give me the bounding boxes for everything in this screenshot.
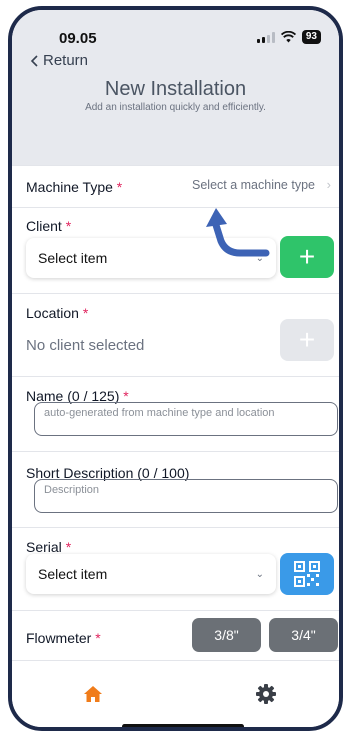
tab-bar <box>12 660 339 727</box>
home-indicator <box>122 724 244 727</box>
annotation-arrow-icon <box>206 208 270 257</box>
required-mark: * <box>82 305 89 321</box>
add-client-button[interactable]: + <box>280 236 334 278</box>
name-field-placeholder: auto-generated from machine type and loc… <box>44 407 275 419</box>
home-icon <box>84 686 102 702</box>
qr-code-icon <box>294 561 320 587</box>
battery-icon: 93 <box>301 30 321 44</box>
serial-select-value: Select item <box>38 566 108 582</box>
client-select-value: Select item <box>38 250 108 266</box>
location-value: No client selected <box>26 337 145 354</box>
machine-type-value[interactable]: Select a machine type <box>192 178 315 192</box>
page-subtitle: Add an installation quickly and efficien… <box>85 102 266 113</box>
required-mark: * <box>65 539 72 555</box>
flowmeter-label: Flowmeter * <box>26 630 101 646</box>
gear-icon <box>256 684 276 704</box>
signal-icon <box>256 31 275 43</box>
page-title: New Installation <box>104 78 247 100</box>
status-icons: 93 <box>256 30 321 44</box>
chevron-down-icon: ⌄ <box>255 568 264 580</box>
add-location-button[interactable]: + <box>280 319 334 361</box>
serial-select[interactable]: Select item ⌄ <box>26 554 276 594</box>
machine-type-label: Machine Type * <box>26 179 123 195</box>
required-mark: * <box>65 218 72 234</box>
required-mark: * <box>116 179 123 195</box>
tab-settings[interactable] <box>251 679 281 709</box>
scan-qr-button[interactable] <box>280 553 334 595</box>
chevron-left-icon <box>30 54 38 67</box>
location-label: Location * <box>26 305 89 321</box>
client-label: Client * <box>26 218 72 234</box>
name-field[interactable]: auto-generated from machine type and loc… <box>34 402 338 436</box>
wifi-icon <box>280 31 296 43</box>
return-button[interactable]: Return <box>30 52 88 69</box>
required-mark: * <box>95 630 101 646</box>
header: 09.05 93 Return New Installation Add an … <box>12 10 339 165</box>
tab-home[interactable] <box>78 679 108 709</box>
short-description-field[interactable]: Description <box>34 479 338 513</box>
flowmeter-option-3-4[interactable]: 3/4" <box>269 618 338 652</box>
status-time: 09.05 <box>59 30 97 47</box>
flowmeter-option-3-8[interactable]: 3/8" <box>192 618 261 652</box>
phone-frame: 09.05 93 Return New Installation Add an … <box>8 6 343 731</box>
return-label: Return <box>43 52 89 69</box>
short-description-placeholder: Description <box>44 484 100 496</box>
serial-label: Serial * <box>26 539 72 555</box>
chevron-right-icon: › <box>326 177 331 192</box>
